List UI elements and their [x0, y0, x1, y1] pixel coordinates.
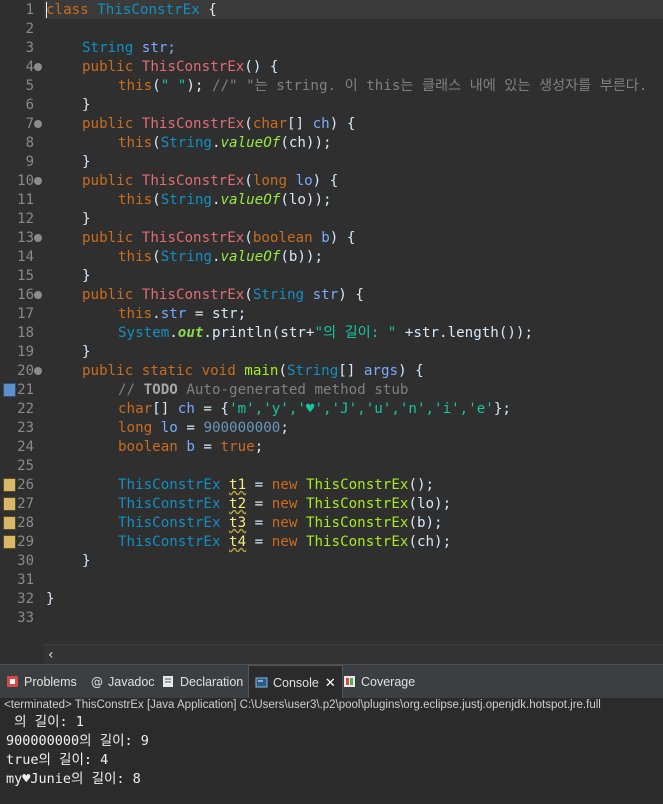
code-line: ThisConstrEx t4 = new ThisConstrEx(ch); [118, 534, 452, 550]
line-number: 3 [25, 40, 34, 56]
line-number: 6 [25, 97, 34, 113]
code-line: ThisConstrEx t3 = new ThisConstrEx(b); [118, 515, 443, 531]
fold-toggle-icon[interactable] [34, 120, 42, 128]
code-line: long lo = 900000000; [118, 420, 289, 436]
line-number: 9 [25, 154, 34, 170]
code-area[interactable]: class ThisConstrEx { String str; public … [44, 0, 663, 644]
task-marker-icon[interactable] [3, 383, 16, 397]
line-number: 31 [17, 572, 34, 588]
code-line: } [82, 154, 91, 170]
code-line: } [82, 211, 91, 227]
line-number: 32 [17, 591, 34, 607]
code-line: this.str = str; [118, 306, 247, 322]
code-line: this(" "); //" "는 string. 이 this는 클래스 내에… [118, 78, 648, 94]
console-icon [255, 668, 268, 688]
line-number: 22 [17, 401, 34, 417]
fold-toggle-icon[interactable] [34, 291, 42, 299]
console-line: my♥Junie의 길이: 8 [6, 771, 141, 787]
code-line: ThisConstrEx t1 = new ThisConstrEx(); [118, 477, 435, 493]
fold-toggle-icon[interactable] [34, 234, 42, 242]
code-line: } [82, 97, 91, 113]
console-line: 900000000의 길이: 9 [6, 733, 149, 749]
code-line: System.out.println(str+"의 길이: " +str.len… [118, 325, 534, 341]
code-line: boolean b = true; [118, 439, 264, 455]
line-number: 14 [17, 249, 34, 265]
declaration-icon [162, 667, 175, 687]
tab-problems[interactable]: Problems [6, 665, 77, 699]
line-number: 12 [17, 211, 34, 227]
code-line: } [46, 591, 55, 607]
line-number: 18 [17, 325, 34, 341]
close-icon[interactable]: ✕ [325, 675, 336, 690]
line-number: 10 [17, 173, 34, 189]
code-line: public ThisConstrEx(String str) { [82, 287, 364, 303]
tab-declaration[interactable]: Declaration [162, 665, 243, 699]
tab-console[interactable]: Console ✕ [248, 665, 343, 700]
warning-marker-icon[interactable] [3, 535, 16, 549]
horizontal-scrollbar[interactable]: ‹ [44, 644, 663, 665]
code-line: public ThisConstrEx() { [82, 59, 279, 75]
warning-marker-icon[interactable] [3, 516, 16, 530]
warning-marker-icon[interactable] [3, 478, 16, 492]
code-line: ThisConstrEx t2 = new ThisConstrEx(lo); [118, 496, 452, 512]
warning-marker-icon[interactable] [3, 497, 16, 511]
line-number: 2 [25, 21, 34, 37]
code-line: class ThisConstrEx { [46, 2, 217, 18]
line-number: 7 [25, 116, 34, 132]
code-line: } [82, 553, 91, 569]
scroll-left-icon[interactable]: ‹ [48, 645, 54, 665]
line-number: 1 [25, 2, 34, 18]
fold-toggle-icon[interactable] [34, 177, 42, 185]
code-line: } [82, 268, 91, 284]
code-line: char[] ch = {'m','y','♥','J','u','n','i'… [118, 401, 511, 417]
code-line: public ThisConstrEx(boolean b) { [82, 230, 356, 246]
line-number: 11 [17, 192, 34, 208]
gutter-footer [0, 644, 44, 664]
fold-toggle-icon[interactable] [34, 367, 42, 375]
code-editor[interactable]: 1 2 3 4 5 6 7 8 9 10 11 12 13 14 15 16 1… [0, 0, 663, 644]
code-line: this(String.valueOf(ch)); [118, 135, 332, 151]
line-number: 15 [17, 268, 34, 284]
line-number: 23 [17, 420, 34, 436]
line-number: 8 [25, 135, 34, 151]
coverage-icon [343, 667, 356, 687]
console-process-label: <terminated> ThisConstrEx [Java Applicat… [0, 698, 663, 714]
line-number: 16 [17, 287, 34, 303]
code-line: public static void main(String[] args) { [82, 363, 424, 379]
code-line: this(String.valueOf(lo)); [118, 192, 332, 208]
view-tab-bar: Problems @ Javadoc Declaration Console ✕ … [0, 664, 663, 700]
code-line: // TODO Auto-generated method stub [118, 382, 409, 398]
line-number: 30 [17, 553, 34, 569]
line-number: 17 [17, 306, 34, 322]
console-line: 의 길이: 1 [6, 714, 84, 730]
code-line: String str; [82, 40, 176, 56]
line-number: 25 [17, 458, 34, 474]
line-number: 19 [17, 344, 34, 360]
problems-icon [6, 667, 19, 687]
fold-toggle-icon[interactable] [34, 63, 42, 71]
tab-coverage[interactable]: Coverage [343, 665, 415, 699]
line-number-gutter: 1 2 3 4 5 6 7 8 9 10 11 12 13 14 15 16 1… [0, 0, 44, 644]
line-number: 5 [25, 78, 34, 94]
code-line: this(String.valueOf(b)); [118, 249, 324, 265]
line-number: 20 [17, 363, 34, 379]
line-number: 24 [17, 439, 34, 455]
console-output[interactable]: 의 길이: 1 900000000의 길이: 9 true의 길이: 4 my♥… [0, 713, 663, 804]
line-number: 33 [17, 610, 34, 626]
javadoc-icon: @ [90, 667, 103, 689]
tab-javadoc[interactable]: @ Javadoc [90, 665, 155, 699]
code-line: } [82, 344, 91, 360]
console-line: true의 길이: 4 [6, 752, 109, 768]
svg-text:@: @ [91, 675, 103, 688]
code-line: public ThisConstrEx(long lo) { [82, 173, 339, 189]
line-number: 13 [17, 230, 34, 246]
line-number: 4 [25, 59, 34, 75]
code-line: public ThisConstrEx(char[] ch) { [82, 116, 356, 132]
